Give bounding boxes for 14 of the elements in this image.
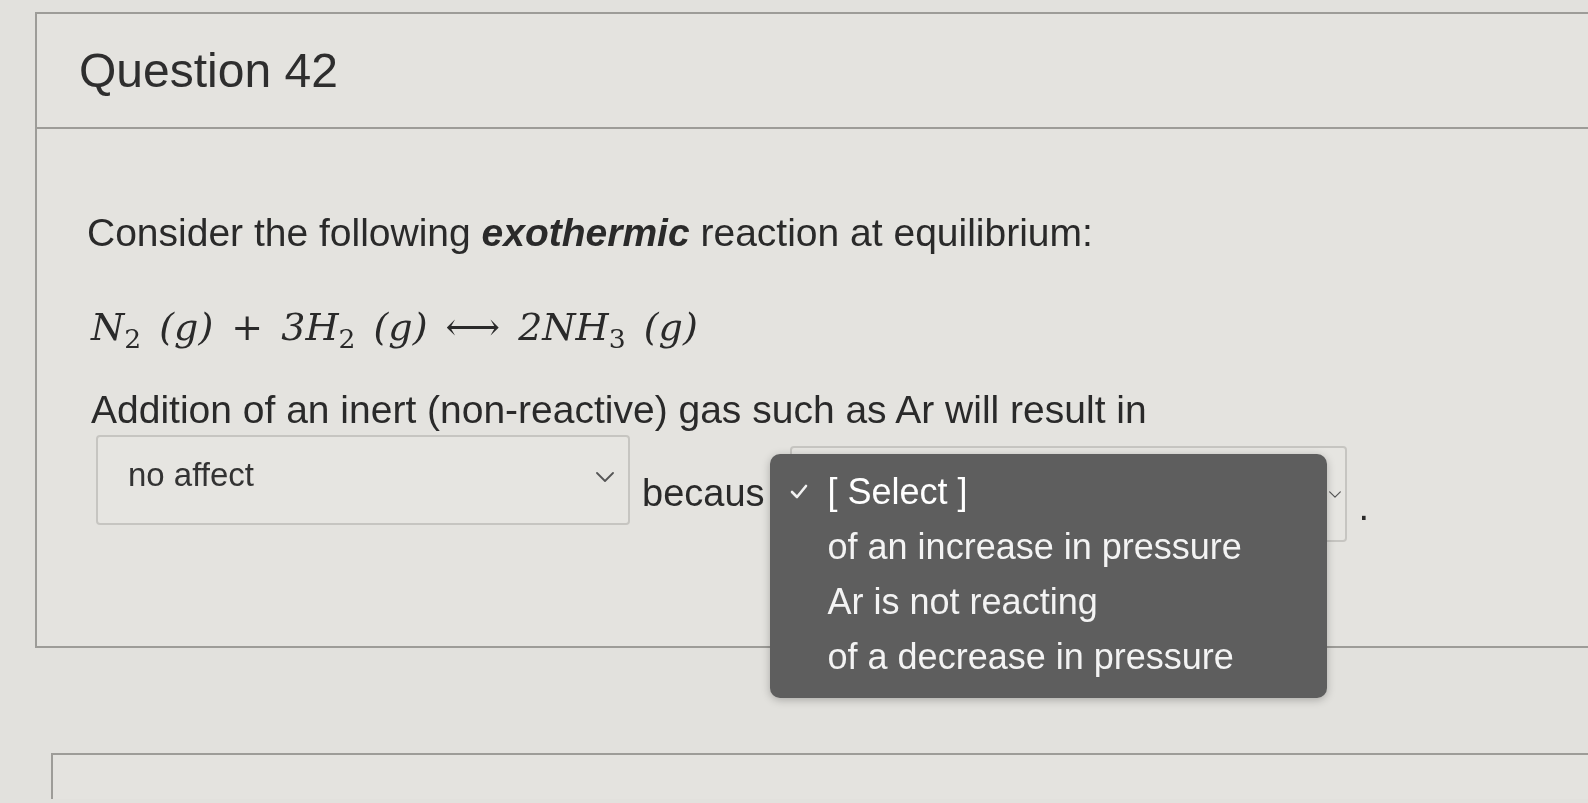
menu-option[interactable]: of an increase in pressure xyxy=(769,519,1327,574)
statement-text: Addition of an inert (non-reactive) gas such as Ar will result in xyxy=(90,387,1148,433)
menu-option[interactable]: [ Select ] xyxy=(769,464,1327,519)
question-title: Question 42 xyxy=(79,43,338,98)
chevron-icon xyxy=(1328,490,1341,498)
equation-text: N$_{2}$ (g) + 3H$_{2}$ (g) ⟷ 2NH$_{3}$ (g) xyxy=(89,304,698,350)
connector-text: becaus xyxy=(642,471,765,515)
menu-option[interactable]: Ar is not reacting xyxy=(769,574,1327,629)
select-field[interactable]: no affect xyxy=(96,435,630,525)
prompt-text: Consider the following exothermic reaction at equilibrium: xyxy=(87,210,1094,256)
period-text: . xyxy=(1358,485,1370,529)
check-icon xyxy=(789,484,808,499)
chevron-icon xyxy=(596,472,614,482)
menu-option[interactable]: of a decrease in pressure xyxy=(769,629,1327,684)
